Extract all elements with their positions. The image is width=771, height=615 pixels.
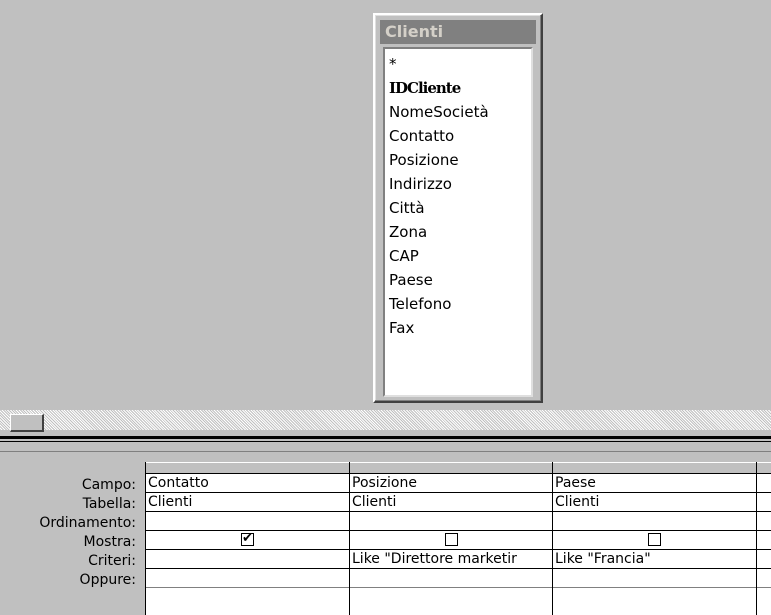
cell-tabella[interactable]: Clienti [146,493,349,512]
grid-column[interactable]: Paese Clienti Like "Francia" [553,462,757,615]
column-selector[interactable] [146,462,349,474]
field-list-item[interactable]: Zona [389,220,531,244]
cell-criteri[interactable] [146,550,349,569]
table-pane[interactable]: Clienti * IDCliente NomeSocietà Contatto Pos… [0,0,771,406]
show-checkbox[interactable] [444,532,458,546]
grid-column[interactable]: Contatto Clienti [146,462,350,615]
cell-mostra[interactable] [553,531,756,550]
column-selector[interactable] [350,462,552,474]
row-label-campo: Campo: [81,477,136,493]
clienti-field-list-window[interactable]: Clienti * IDCliente NomeSocietà Contatto Pos… [373,13,543,403]
row-label-ordinamento: Ordinamento: [39,515,136,531]
cell-mostra[interactable] [757,531,771,550]
column-selector[interactable] [757,462,771,474]
cell-criteri[interactable]: Like "Francia" [553,550,756,569]
field-list-item[interactable]: CAP [389,244,531,268]
cell-tabella[interactable]: Clienti [553,493,756,512]
qbe-grid: ContattoClientiPosizioneClientiLike "Dir… [145,462,771,615]
field-list-item[interactable]: Fax [389,316,531,340]
row-label-criteri: Criteri: [88,553,136,569]
cell-ordinamento[interactable] [553,512,756,531]
field-list-item[interactable]: Posizione [389,148,531,172]
scrollbar-thumb[interactable] [10,414,44,432]
field-list-item[interactable]: NomeSocietà [389,100,531,124]
cell-campo[interactable] [757,474,771,493]
cell-campo[interactable]: Contatto [146,474,349,493]
field-list-item[interactable]: IDCliente [389,76,531,100]
cell-tabella[interactable]: Clienti [350,493,552,512]
cell-criteri[interactable]: Like "Direttore marketir [350,550,552,569]
row-label-tabella: Tabella: [82,496,136,512]
field-list-item[interactable]: Telefono [389,292,531,316]
cell-ordinamento[interactable] [146,512,349,531]
cell-mostra[interactable] [146,531,349,550]
grid-column[interactable]: Posizione Clienti Like "Direttore marketir [350,462,553,615]
field-list-item[interactable]: Contatto [389,124,531,148]
cell-oppure[interactable] [553,569,756,588]
field-list: * IDCliente NomeSocietà Contatto Posizione In… [385,49,531,340]
row-label-mostra: Mostra: [83,534,136,550]
show-checkbox[interactable] [648,532,661,546]
cell-mostra[interactable] [350,531,552,550]
row-label-oppure: Oppure: [79,572,136,588]
cell-criteri[interactable] [757,550,771,569]
field-list-item[interactable]: * [389,52,531,76]
show-checkbox[interactable] [241,531,254,548]
row-headers: Campo: Tabella: Ordinamento: Mostra: Cri… [0,476,140,590]
cell-ordinamento[interactable] [757,512,771,531]
cell-campo[interactable]: Paese [553,474,756,493]
horizontal-scrollbar-track[interactable] [0,410,771,430]
query-design-grid-area: Campo: Tabella: Ordinamento: Mostra: Cri… [0,452,771,615]
cell-oppure[interactable] [146,569,349,588]
cell-ordinamento[interactable] [350,512,552,531]
cell-oppure[interactable] [757,569,771,588]
field-list-title[interactable]: Clienti [380,20,536,44]
grid-column[interactable] [757,462,771,615]
field-list-item[interactable]: Indirizzo [389,172,531,196]
cell-campo[interactable]: Posizione [350,474,552,493]
field-list-item[interactable]: Città [389,196,531,220]
field-list-item[interactable]: Paese [389,268,531,292]
cell-tabella[interactable] [757,493,771,512]
cell-oppure[interactable] [350,569,552,588]
field-list-box[interactable]: * IDCliente NomeSocietà Contatto Posizione In… [383,47,533,397]
column-selector[interactable] [553,462,756,474]
pane-splitter[interactable] [0,436,771,452]
